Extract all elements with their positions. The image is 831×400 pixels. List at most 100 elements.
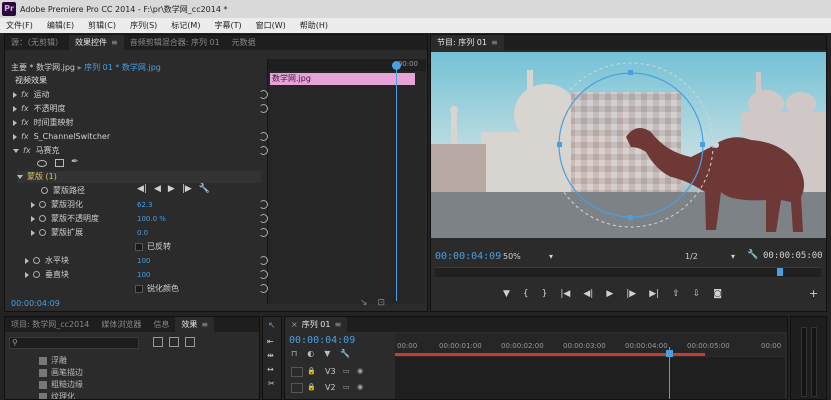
reset-icon[interactable]: [259, 90, 268, 99]
ec-timecode[interactable]: 00:00:04:09: [11, 299, 60, 308]
go-to-out-icon[interactable]: ▶|: [649, 289, 659, 299]
reset-icon[interactable]: [259, 270, 268, 279]
lift-icon[interactable]: ⇪: [672, 289, 680, 299]
list-item[interactable]: 纹理化: [39, 391, 83, 399]
step-back-icon[interactable]: ◀|: [583, 289, 593, 299]
go-to-in-icon[interactable]: |◀: [560, 289, 570, 299]
ec-ruler[interactable]: 00:00: [268, 59, 426, 71]
mark-out-icon[interactable]: }: [542, 289, 548, 299]
pen-mask-tool-icon[interactable]: ✒: [71, 157, 79, 167]
mask-feather-handle[interactable]: [713, 142, 719, 148]
camera-icon[interactable]: ◙: [713, 289, 722, 299]
wrench-icon[interactable]: 🔧: [340, 349, 350, 358]
yuv-effects-icon[interactable]: [185, 337, 195, 347]
clip-master-link[interactable]: 主要 * 数学网.jpg: [11, 63, 75, 72]
menu-file[interactable]: 文件(F): [6, 20, 33, 31]
mask-feather-value[interactable]: 62.3: [137, 199, 153, 211]
menu-title[interactable]: 字幕(T): [214, 20, 241, 31]
menu-sequence[interactable]: 序列(S): [130, 20, 157, 31]
expand-icon[interactable]: [13, 119, 17, 126]
track-backward-icon[interactable]: ◀: [154, 184, 161, 194]
panel-menu-icon[interactable]: ≡: [111, 38, 118, 47]
program-playhead[interactable]: [777, 268, 783, 276]
effects-search-input[interactable]: ⚲: [9, 337, 139, 349]
reset-icon[interactable]: [259, 256, 268, 265]
menu-clip[interactable]: 剪辑(C): [88, 20, 116, 31]
program-timecode[interactable]: 00:00:04:09: [435, 251, 501, 262]
lock-icon[interactable]: 🔒: [307, 367, 316, 375]
effect-channel-switcher[interactable]: fx S_ChannelSwitcher: [13, 131, 110, 143]
track-backward-step-icon[interactable]: ◀|: [137, 184, 147, 194]
add-marker-icon[interactable]: ▼: [503, 289, 510, 299]
reset-icon[interactable]: [259, 200, 268, 209]
mark-in-icon[interactable]: {: [523, 289, 529, 299]
effect-opacity[interactable]: fx 不透明度: [13, 103, 66, 115]
track-forward-icon[interactable]: ▶: [168, 184, 175, 194]
track-area[interactable]: [395, 357, 785, 399]
mask-expansion-value[interactable]: 0.0: [137, 227, 148, 239]
program-video-frame[interactable]: [431, 52, 826, 238]
resolution-select[interactable]: 1/2 ▾: [685, 251, 737, 263]
expand-icon[interactable]: [13, 105, 17, 112]
add-marker-icon[interactable]: ▼: [324, 349, 330, 358]
tab-program[interactable]: 节目: 序列 01 ≡: [431, 35, 504, 50]
vertical-blocks-value[interactable]: 100: [137, 269, 150, 281]
work-area-bar[interactable]: [395, 353, 705, 356]
stopwatch-icon[interactable]: [39, 215, 46, 222]
track-target-icon[interactable]: [291, 367, 303, 377]
tab-metadata[interactable]: 元数据: [226, 35, 262, 50]
sync-lock-icon[interactable]: ▭: [343, 383, 350, 391]
menu-marker[interactable]: 标记(M): [171, 20, 200, 31]
tab-source[interactable]: 源：（无剪辑）: [5, 35, 69, 50]
track-select-tool-icon[interactable]: ⇤: [267, 337, 274, 346]
track-forward-step-icon[interactable]: |▶: [182, 184, 192, 194]
wrench-icon[interactable]: 🔧: [199, 184, 210, 194]
panel-menu-icon[interactable]: ≡: [334, 320, 341, 329]
mask-handle[interactable]: [557, 142, 562, 147]
effect-time-remap[interactable]: fx 时间重映射: [13, 117, 74, 129]
ellipse-mask-tool[interactable]: [37, 160, 47, 167]
32bit-effects-icon[interactable]: [169, 337, 179, 347]
mask-handle[interactable]: [628, 70, 633, 75]
close-icon[interactable]: ×: [291, 320, 298, 329]
horizontal-blocks-value[interactable]: 100: [137, 255, 150, 267]
tab-sequence-01[interactable]: × 序列 01 ≡: [285, 317, 348, 332]
ripple-edit-tool-icon[interactable]: ⇹: [267, 351, 274, 360]
step-forward-icon[interactable]: |▶: [626, 289, 636, 299]
extract-icon[interactable]: ⇩: [693, 289, 701, 299]
tab-info[interactable]: 信息: [147, 317, 175, 332]
timeline-ruler[interactable]: 00:00 00:00:01:00 00:00:02:00 00:00:03:0…: [395, 334, 785, 356]
expand-icon[interactable]: [13, 133, 17, 140]
reset-icon[interactable]: [259, 104, 268, 113]
list-item[interactable]: 粗糙边缘: [39, 379, 83, 391]
mask-opacity-value[interactable]: 100.0 %: [137, 213, 166, 225]
reset-icon[interactable]: [259, 132, 268, 141]
mask-handle[interactable]: [628, 215, 633, 220]
inverted-checkbox[interactable]: [135, 242, 143, 251]
reset-icon[interactable]: [259, 228, 268, 237]
eye-icon[interactable]: ◉: [357, 383, 363, 391]
expand-icon[interactable]: [31, 215, 35, 222]
stopwatch-icon[interactable]: [41, 187, 48, 194]
menu-edit[interactable]: 编辑(E): [47, 20, 74, 31]
panel-options-icon[interactable]: ⊡: [378, 298, 386, 308]
mask-handle[interactable]: [700, 142, 705, 147]
stopwatch-icon[interactable]: [39, 229, 46, 236]
selection-tool-icon[interactable]: ↖: [268, 321, 276, 331]
accelerated-effects-icon[interactable]: [153, 337, 163, 347]
linked-selection-icon[interactable]: ◐: [307, 349, 314, 358]
play-icon[interactable]: ▶: [606, 289, 613, 299]
rectangle-mask-tool[interactable]: [55, 159, 64, 167]
sequence-clip-link[interactable]: 序列 01 * 数学网.jpg: [84, 63, 161, 72]
stopwatch-icon[interactable]: [39, 201, 46, 208]
reset-icon[interactable]: [259, 284, 268, 293]
expand-icon[interactable]: [31, 201, 35, 208]
sharp-colors-checkbox[interactable]: [135, 284, 143, 293]
expand-icon[interactable]: [13, 91, 17, 98]
zoom-select[interactable]: 50% ▾: [503, 251, 555, 263]
settings-wrench-icon[interactable]: 🔧: [747, 250, 758, 260]
add-button-icon[interactable]: +: [809, 287, 818, 300]
reset-icon[interactable]: [259, 146, 268, 155]
effect-motion[interactable]: fx 运动: [13, 89, 50, 101]
mask-row[interactable]: 蒙版 (1): [17, 171, 261, 183]
